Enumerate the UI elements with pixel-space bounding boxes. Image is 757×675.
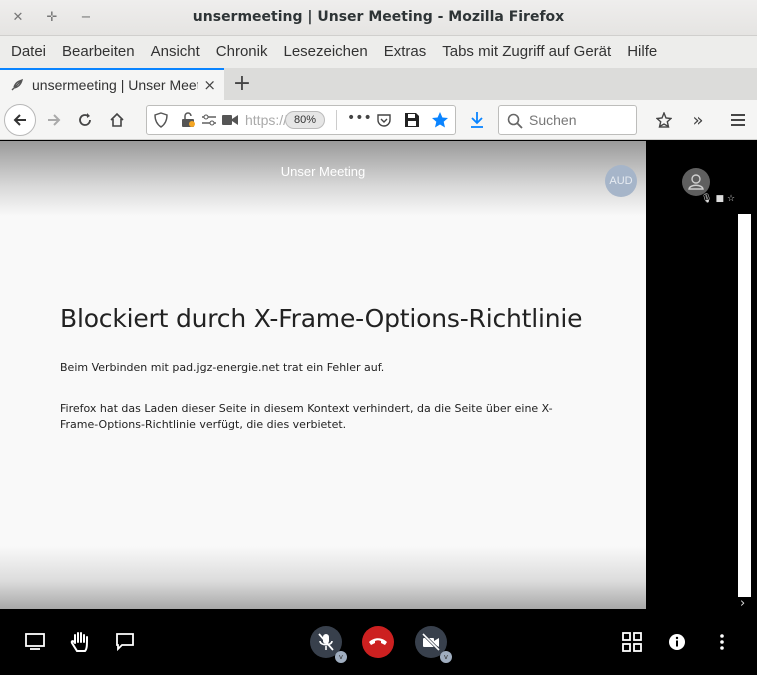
raise-hand-button[interactable] xyxy=(66,628,94,656)
more-options-icon xyxy=(720,634,724,650)
pocket-icon[interactable] xyxy=(376,112,392,128)
window-titlebar: ✕ ✛ − unsermeeting | Unser Meeting - Moz… xyxy=(0,0,757,36)
search-icon xyxy=(507,113,523,129)
forward-button[interactable] xyxy=(40,106,68,134)
window-title: unsermeeting | Unser Meeting - Mozilla F… xyxy=(192,9,565,25)
info-button[interactable] xyxy=(663,628,691,656)
insecure-lock-icon[interactable] xyxy=(181,112,195,128)
user-icon xyxy=(688,174,704,190)
microphone-muted-icon xyxy=(318,633,334,651)
reload-icon xyxy=(79,113,91,126)
menu-chronik[interactable]: Chronik xyxy=(208,36,276,68)
star-small-icon: ☆ xyxy=(726,194,736,204)
meeting-title: Unser Meeting xyxy=(280,164,366,179)
tab-strip: unsermeeting | Unser Meeting × + xyxy=(0,68,757,100)
hangup-icon xyxy=(369,638,387,645)
error-description: Firefox hat das Laden dieser Seite in di… xyxy=(60,402,553,431)
url-bar[interactable]: https:// 80% ••• xyxy=(146,105,456,135)
tab-unsermeeting[interactable]: unsermeeting | Unser Meeting × xyxy=(0,68,224,100)
feather-icon xyxy=(11,78,23,91)
search-bar[interactable]: Suchen xyxy=(498,105,637,135)
hamburger-menu-button[interactable] xyxy=(724,106,752,134)
back-button[interactable] xyxy=(4,104,36,136)
microphone-button[interactable]: v xyxy=(310,626,347,663)
camera-permission-icon[interactable] xyxy=(222,114,238,126)
page-content: Unser Meeting AUD Blockiert durch X-Fram… xyxy=(0,141,646,609)
camera-options-chevron-icon[interactable]: v xyxy=(440,651,452,663)
reload-button[interactable] xyxy=(71,106,99,134)
forward-arrow-icon xyxy=(48,114,61,126)
tile-view-button[interactable] xyxy=(618,628,646,656)
home-button[interactable] xyxy=(103,106,131,134)
error-message: Beim Verbinden mit pad.jgz-energie.net t… xyxy=(60,361,385,374)
tab-title: unsermeeting | Unser Meeting xyxy=(32,77,198,93)
menu-lesezeichen[interactable]: Lesezeichen xyxy=(275,36,375,68)
more-options-button[interactable] xyxy=(708,628,736,656)
url-text[interactable]: https:// xyxy=(245,112,287,128)
microphone-options-chevron-icon[interactable]: v xyxy=(335,651,347,663)
tab-close-icon[interactable]: × xyxy=(203,76,216,94)
permissions-icon[interactable] xyxy=(201,113,217,127)
chat-button[interactable] xyxy=(111,628,139,656)
chat-icon xyxy=(116,633,134,652)
menu-bearbeiten[interactable]: Bearbeiten xyxy=(54,36,143,68)
hamburger-menu-icon xyxy=(731,114,745,126)
save-icon[interactable] xyxy=(404,112,420,128)
participant-avatar[interactable] xyxy=(682,168,710,196)
filmstrip-scrollbar[interactable] xyxy=(738,214,751,597)
search-placeholder: Suchen xyxy=(529,112,577,128)
bookmarks-icon xyxy=(656,112,672,128)
shield-icon[interactable] xyxy=(153,112,169,128)
info-icon xyxy=(669,634,685,650)
menu-extras[interactable]: Extras xyxy=(376,36,435,68)
download-icon xyxy=(471,112,483,128)
zoom-level-badge[interactable]: 80% xyxy=(285,111,325,129)
home-icon xyxy=(110,112,124,127)
hangup-button[interactable] xyxy=(362,626,394,658)
overflow-chevron-icon[interactable]: » xyxy=(684,106,712,134)
new-tab-button[interactable]: + xyxy=(230,71,254,96)
bookmarks-menu-button[interactable] xyxy=(650,106,678,134)
menu-datei[interactable]: Datei xyxy=(3,36,54,68)
camera-off-small-icon: ■ xyxy=(715,194,724,204)
meeting-toolbar: v v xyxy=(0,609,757,675)
camera-muted-icon xyxy=(421,633,441,651)
bookmark-star-icon[interactable] xyxy=(431,111,449,129)
participant-avatar-badge[interactable]: AUD xyxy=(605,165,637,197)
error-title: Blockiert durch X-Frame-Options-Richtlin… xyxy=(60,304,583,333)
navigation-bar: https:// 80% ••• Suchen » xyxy=(0,100,757,140)
downloads-button[interactable] xyxy=(463,106,491,134)
urlbar-divider xyxy=(336,110,337,130)
raise-hand-icon xyxy=(70,632,88,652)
menu-hilfe[interactable]: Hilfe xyxy=(619,36,665,68)
screen-share-button[interactable] xyxy=(21,628,49,656)
screen-share-icon xyxy=(25,633,45,650)
menu-ansicht[interactable]: Ansicht xyxy=(143,36,208,68)
menu-tabs-geraet[interactable]: Tabs mit Zugriff auf Gerät xyxy=(434,36,619,68)
camera-button[interactable]: v xyxy=(415,626,452,663)
back-arrow-icon xyxy=(13,114,26,126)
mic-off-small-icon: 🎙 xyxy=(701,194,713,204)
participant-filmstrip: 🎙 ■ ☆ › xyxy=(646,141,757,611)
tile-view-icon xyxy=(622,632,642,652)
menubar: Datei Bearbeiten Ansicht Chronik Lesezei… xyxy=(0,36,757,68)
participant-status-icons: 🎙 ■ ☆ xyxy=(701,194,735,204)
page-actions-icon[interactable]: ••• xyxy=(347,110,372,126)
